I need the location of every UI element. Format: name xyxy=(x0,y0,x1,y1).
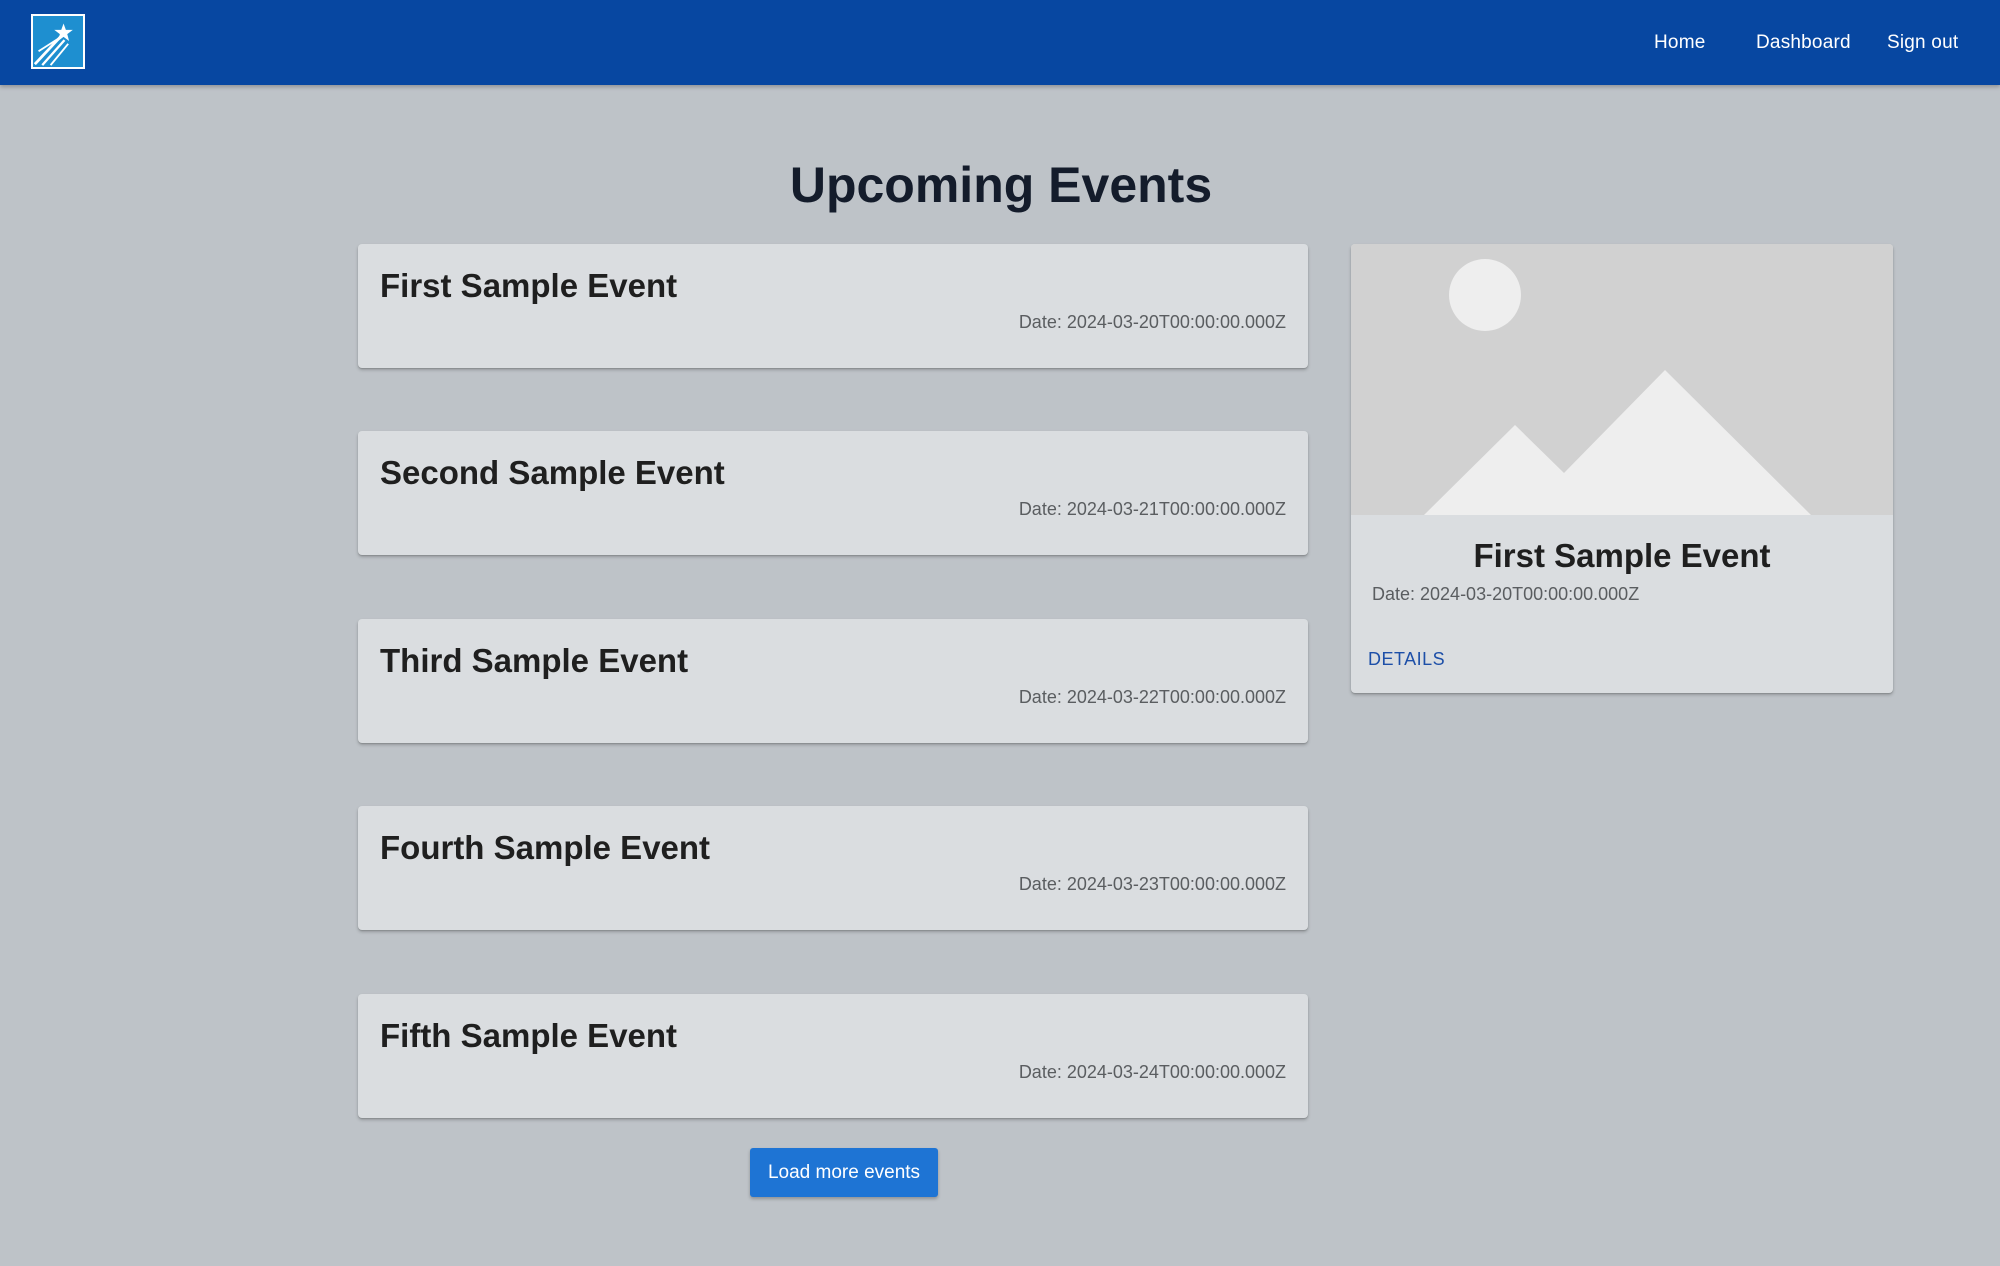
event-card[interactable]: Fifth Sample Event Date: 2024-03-24T00:0… xyxy=(358,994,1308,1118)
load-more-events-button[interactable]: Load more events xyxy=(750,1148,938,1197)
event-date: Date: 2024-03-22T00:00:00.000Z xyxy=(1018,687,1286,707)
plane-star-logo-icon[interactable] xyxy=(31,14,85,69)
page-title: Upcoming Events xyxy=(789,157,1213,213)
event-card[interactable]: First Sample Event Date: 2024-03-20T00:0… xyxy=(358,244,1308,368)
event-title: Fifth Sample Event xyxy=(380,1017,678,1054)
event-title: Third Sample Event xyxy=(380,642,689,679)
event-card[interactable]: Third Sample Event Date: 2024-03-22T00:0… xyxy=(358,619,1308,743)
event-title: Second Sample Event xyxy=(380,454,725,491)
event-card[interactable]: Second Sample Event Date: 2024-03-21T00:… xyxy=(358,431,1308,555)
event-title: First Sample Event xyxy=(380,267,678,304)
event-date: Date: 2024-03-20T00:00:00.000Z xyxy=(1018,312,1286,332)
nav-link-home[interactable]: Home xyxy=(1654,0,1705,85)
event-card[interactable]: Fourth Sample Event Date: 2024-03-23T00:… xyxy=(358,806,1308,930)
event-title: Fourth Sample Event xyxy=(380,829,711,866)
image-placeholder-icon xyxy=(1351,244,1893,515)
event-date: Date: 2024-03-23T00:00:00.000Z xyxy=(1018,874,1286,894)
event-date: Date: 2024-03-24T00:00:00.000Z xyxy=(1018,1062,1286,1082)
nav-link-sign-out[interactable]: Sign out xyxy=(1887,0,1958,85)
details-link[interactable]: DETAILS xyxy=(1368,647,1445,671)
event-date: Date: 2024-03-21T00:00:00.000Z xyxy=(1018,499,1286,519)
nav-link-dashboard[interactable]: Dashboard xyxy=(1756,0,1851,85)
top-navbar: Home Dashboard Sign out xyxy=(0,0,2000,85)
featured-event-title: First Sample Event xyxy=(1473,537,1771,574)
featured-event-date: Date: 2024-03-20T00:00:00.000Z xyxy=(1372,584,1640,604)
featured-event-card: First Sample Event Date: 2024-03-20T00:0… xyxy=(1351,244,1893,693)
